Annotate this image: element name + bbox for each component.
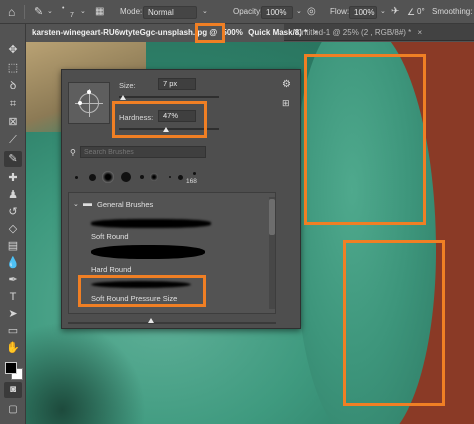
brush-list-scrollbar[interactable]	[269, 197, 275, 309]
recent-brushes-row: 168	[68, 166, 206, 188]
opacity-field[interactable]: 100%	[261, 6, 293, 19]
chevron-down-icon[interactable]: ⌄	[73, 200, 79, 208]
brush-angle-preview[interactable]	[68, 82, 110, 124]
preset-brush[interactable]	[100, 166, 116, 188]
tab-label: Untitled-1 @ 25% (2 , RGB/8#) *	[296, 28, 412, 37]
brush-soft-round[interactable]: Soft Round	[83, 215, 277, 243]
thumbnail-size-knob[interactable]	[148, 318, 154, 323]
brush-settings-icon[interactable]: ▦	[95, 0, 104, 24]
size-label: Size:	[119, 81, 136, 90]
gradient-tool-icon[interactable]: ▤	[4, 238, 22, 254]
options-bar: ⌂ ✎ ⌄ • 7 ⌄ ▦ Mode: Normal ⌄ Opacity: 10…	[0, 0, 474, 24]
brush-tool-icon[interactable]: ✎	[4, 151, 22, 167]
blur-tool-icon[interactable]: 💧	[4, 255, 22, 271]
brush-name: Soft Round	[91, 232, 129, 241]
brush-name: Hard Round	[91, 265, 132, 274]
eraser-tool-icon[interactable]: ◇	[4, 221, 22, 237]
chevron-down-icon[interactable]: ⌄	[80, 0, 86, 24]
lasso-tool-icon[interactable]: ꝺ	[4, 78, 22, 94]
size-slider-knob[interactable]	[120, 95, 126, 100]
highlight-brush-preset	[78, 275, 206, 307]
quick-mask-icon[interactable]: ◙	[4, 382, 22, 398]
tab-label-prefix: karsten-winegeart-RU6wtyteGgc-unsplash.j…	[32, 28, 218, 37]
brush-stroke-preview	[91, 219, 211, 228]
tab-zoom: 500%	[222, 28, 243, 37]
close-icon[interactable]: ×	[418, 28, 423, 37]
screen-mode-icon[interactable]: ▢	[4, 402, 22, 418]
brush-hard-round[interactable]: Hard Round	[83, 243, 277, 275]
foreground-color-swatch-front[interactable]	[5, 362, 17, 374]
marquee-tool-icon[interactable]: ⬚	[4, 60, 22, 76]
mode-label: Mode:	[120, 7, 143, 16]
shape-tool-icon[interactable]: ▭	[4, 323, 22, 339]
chevron-down-icon[interactable]: ⌄	[47, 0, 53, 24]
preset-brush[interactable]	[146, 166, 162, 188]
folder-icon: ▬	[83, 198, 92, 208]
history-brush-tool-icon[interactable]: ↺	[4, 204, 22, 220]
image-shadow-region	[26, 322, 146, 424]
angle-icon: ∠	[407, 7, 416, 17]
highlight-hardness	[112, 101, 207, 138]
highlight-hard-edge	[343, 240, 445, 406]
flow-field[interactable]: 100%	[349, 6, 377, 19]
type-tool-icon[interactable]: T	[4, 289, 22, 305]
path-selection-tool-icon[interactable]: ➤	[4, 306, 22, 322]
search-icon: ⚲	[70, 148, 76, 157]
folder-label: General Brushes	[97, 200, 154, 209]
angle-value[interactable]: 0°	[417, 0, 425, 24]
pressure-opacity-icon[interactable]: ◎	[307, 0, 316, 24]
highlight-soft-edge	[304, 54, 426, 225]
tools-panel: ✥ ⬚ ꝺ ⌗ ⊠ ⟋ ✎ ✚ ♟ ↺ ◇ ▤ 💧 ✒ T ➤ ▭ ✋ ◙ ▢	[0, 24, 26, 424]
chevron-down-icon[interactable]: ⌄	[380, 0, 386, 24]
search-brushes-input[interactable]	[80, 146, 206, 158]
hand-tool-icon[interactable]: ✋	[4, 340, 22, 356]
frame-tool-icon[interactable]: ⊠	[4, 114, 22, 130]
thumbnail-size-slider[interactable]	[68, 322, 276, 324]
scrollbar-thumb[interactable]	[269, 199, 275, 235]
chevron-down-icon[interactable]: ⌄	[202, 0, 208, 24]
flow-label: Flow:	[330, 7, 350, 16]
brush-tool-icon[interactable]: ✎	[34, 0, 43, 24]
highlight-zoom-level	[195, 23, 225, 43]
chevron-down-icon[interactable]: ⌄	[296, 0, 302, 24]
preset-brush[interactable]	[118, 166, 134, 188]
pen-tool-icon[interactable]: ✒	[4, 272, 22, 288]
airbrush-icon[interactable]: ✈	[391, 0, 399, 24]
brush-stroke-preview	[91, 245, 205, 259]
eyedropper-tool-icon[interactable]: ⟋	[4, 132, 22, 148]
divider	[24, 5, 25, 19]
tab-karsten-document[interactable]: karsten-winegeart-RU6wtyteGgc-unsplash.j…	[26, 24, 318, 41]
smoothing-label: Smoothing:	[432, 7, 473, 16]
home-icon[interactable]: ⌂	[8, 0, 15, 24]
mode-select[interactable]: Normal	[143, 6, 197, 19]
size-field[interactable]: 7 px	[158, 78, 196, 90]
brush-preview-icon[interactable]: •	[62, 0, 64, 21]
gear-icon[interactable]: ⚙	[282, 79, 291, 90]
new-preset-icon[interactable]: ⊞	[282, 98, 290, 109]
healing-tool-icon[interactable]: ✚	[4, 170, 22, 186]
opacity-label: Opacity:	[233, 7, 263, 16]
move-tool-icon[interactable]: ✥	[4, 42, 22, 58]
folder-general-brushes[interactable]: ⌄ ▬ General Brushes	[73, 197, 273, 213]
size-slider[interactable]	[119, 96, 219, 98]
document-tabs: karsten-winegeart-RU6wtyteGgc-unsplash.j…	[26, 24, 474, 41]
stamp-tool-icon[interactable]: ♟	[4, 187, 22, 203]
preset-count-label: 168	[186, 178, 197, 185]
preset-brush[interactable]	[84, 166, 100, 188]
preset-brush[interactable]	[68, 166, 84, 188]
crop-tool-icon[interactable]: ⌗	[4, 96, 22, 112]
tab-untitled-1[interactable]: Untitled-1 @ 25% (2 , RGB/8#) * ×	[296, 24, 474, 41]
